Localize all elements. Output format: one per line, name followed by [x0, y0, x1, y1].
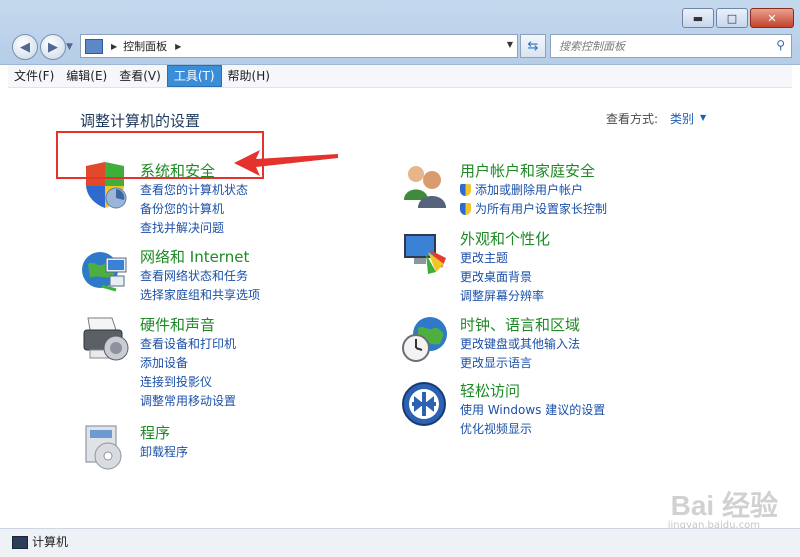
ease-of-access-icon	[402, 382, 446, 426]
link-mobility-settings[interactable]: 调整常用移动设置	[140, 391, 236, 410]
link-uninstall-program[interactable]: 卸载程序	[140, 442, 188, 461]
search-box[interactable]: ⚲	[550, 34, 792, 58]
link-add-device[interactable]: 添加设备	[140, 353, 236, 372]
link-parental-controls[interactable]: 为所有用户设置家长控制	[460, 199, 607, 218]
breadcrumb-control-panel[interactable]: 控制面板	[123, 38, 167, 54]
menu-help[interactable]: 帮助(H)	[222, 66, 276, 86]
link-optimize-video[interactable]: 优化视频显示	[460, 419, 605, 438]
uac-shield-icon	[460, 202, 471, 215]
menu-bar: 文件(F) 编辑(E) 查看(V) 工具(T) 帮助(H)	[8, 65, 792, 88]
link-homegroup[interactable]: 选择家庭组和共享选项	[140, 285, 260, 304]
link-devices-printers[interactable]: 查看设备和打印机	[140, 334, 236, 353]
appearance-monitor-icon	[404, 234, 446, 274]
computer-icon	[12, 536, 28, 549]
clock-globe-icon	[402, 317, 447, 362]
status-text: 计算机	[32, 535, 69, 549]
programs-icon	[85, 425, 122, 470]
status-bar: 计算机	[0, 528, 800, 557]
window-titlebar: ▬ □ ✕ ◀ ▶ ▼ ▶ 控制面板 ▶ ▼ ⇆ ⚲	[0, 0, 800, 65]
link-connect-projector[interactable]: 连接到投影仪	[140, 372, 236, 391]
search-input[interactable]	[557, 35, 769, 57]
control-panel-icon	[85, 38, 103, 54]
category-title[interactable]: 硬件和声音	[140, 314, 215, 335]
link-change-theme[interactable]: 更改主题	[460, 248, 544, 267]
network-globe-icon	[82, 252, 127, 292]
menu-file[interactable]: 文件(F)	[8, 66, 60, 86]
link-recommended-settings[interactable]: 使用 Windows 建议的设置	[460, 400, 605, 419]
window-controls: ▬ □ ✕	[682, 8, 794, 28]
address-dropdown-icon[interactable]: ▼	[507, 40, 513, 49]
history-dropdown-icon[interactable]: ▼	[66, 42, 73, 52]
forward-arrow-icon: ▶	[48, 39, 58, 55]
watermark-logo: Bai 经验	[670, 490, 778, 521]
menu-edit[interactable]: 编辑(E)	[60, 66, 113, 86]
breadcrumb-chevron-icon[interactable]: ▶	[111, 42, 117, 51]
view-by-dropdown[interactable]: 类别	[670, 110, 694, 127]
link-display-language[interactable]: 更改显示语言	[460, 353, 580, 372]
link-label: 为所有用户设置家长控制	[475, 202, 608, 216]
annotation-highlight-box	[56, 131, 264, 179]
category-title[interactable]: 轻松访问	[460, 380, 520, 401]
category-title[interactable]: 时钟、语言和区域	[460, 314, 580, 335]
menu-tools[interactable]: 工具(T)	[166, 65, 222, 87]
category-title[interactable]: 外观和个性化	[460, 228, 550, 249]
maximize-button[interactable]: □	[716, 8, 748, 28]
link-label: 添加或删除用户帐户	[475, 183, 584, 197]
link-screen-resolution[interactable]: 调整屏幕分辨率	[460, 286, 544, 305]
close-button[interactable]: ✕	[750, 8, 794, 28]
refresh-button[interactable]: ⇆	[520, 34, 546, 58]
view-by-label: 查看方式:	[606, 112, 659, 126]
breadcrumb-chevron-icon[interactable]: ▶	[175, 42, 181, 51]
link-view-computer-status[interactable]: 查看您的计算机状态	[140, 180, 248, 199]
category-title[interactable]: 网络和 Internet	[140, 246, 249, 267]
control-panel-content: 调整计算机的设置 查看方式: 类别 ▼ 系统和安全 查看您的计算机状态 备份您的…	[8, 88, 792, 528]
search-icon[interactable]: ⚲	[776, 38, 785, 52]
back-arrow-icon: ◀	[20, 39, 30, 55]
link-troubleshoot[interactable]: 查找并解决问题	[140, 218, 248, 237]
printer-icon	[83, 317, 129, 361]
uac-shield-icon	[460, 183, 471, 196]
page-title: 调整计算机的设置	[80, 112, 201, 130]
back-button[interactable]: ◀	[12, 34, 38, 60]
link-change-keyboard[interactable]: 更改键盘或其他输入法	[460, 334, 580, 353]
link-desktop-background[interactable]: 更改桌面背景	[460, 267, 544, 286]
chevron-down-icon[interactable]: ▼	[700, 113, 706, 122]
forward-button[interactable]: ▶	[40, 34, 66, 60]
menu-view[interactable]: 查看(V)	[113, 66, 167, 86]
link-backup-computer[interactable]: 备份您的计算机	[140, 199, 248, 218]
annotation-arrow-icon	[234, 150, 338, 176]
link-network-status[interactable]: 查看网络状态和任务	[140, 266, 260, 285]
category-title[interactable]: 用户帐户和家庭安全	[460, 160, 595, 181]
link-add-remove-accounts[interactable]: 添加或删除用户帐户	[460, 180, 607, 199]
category-title[interactable]: 程序	[140, 422, 170, 443]
refresh-icon: ⇆	[527, 38, 539, 54]
address-bar[interactable]: ▶ 控制面板 ▶ ▼	[80, 34, 518, 58]
minimize-button[interactable]: ▬	[682, 8, 714, 28]
users-icon	[404, 166, 446, 208]
